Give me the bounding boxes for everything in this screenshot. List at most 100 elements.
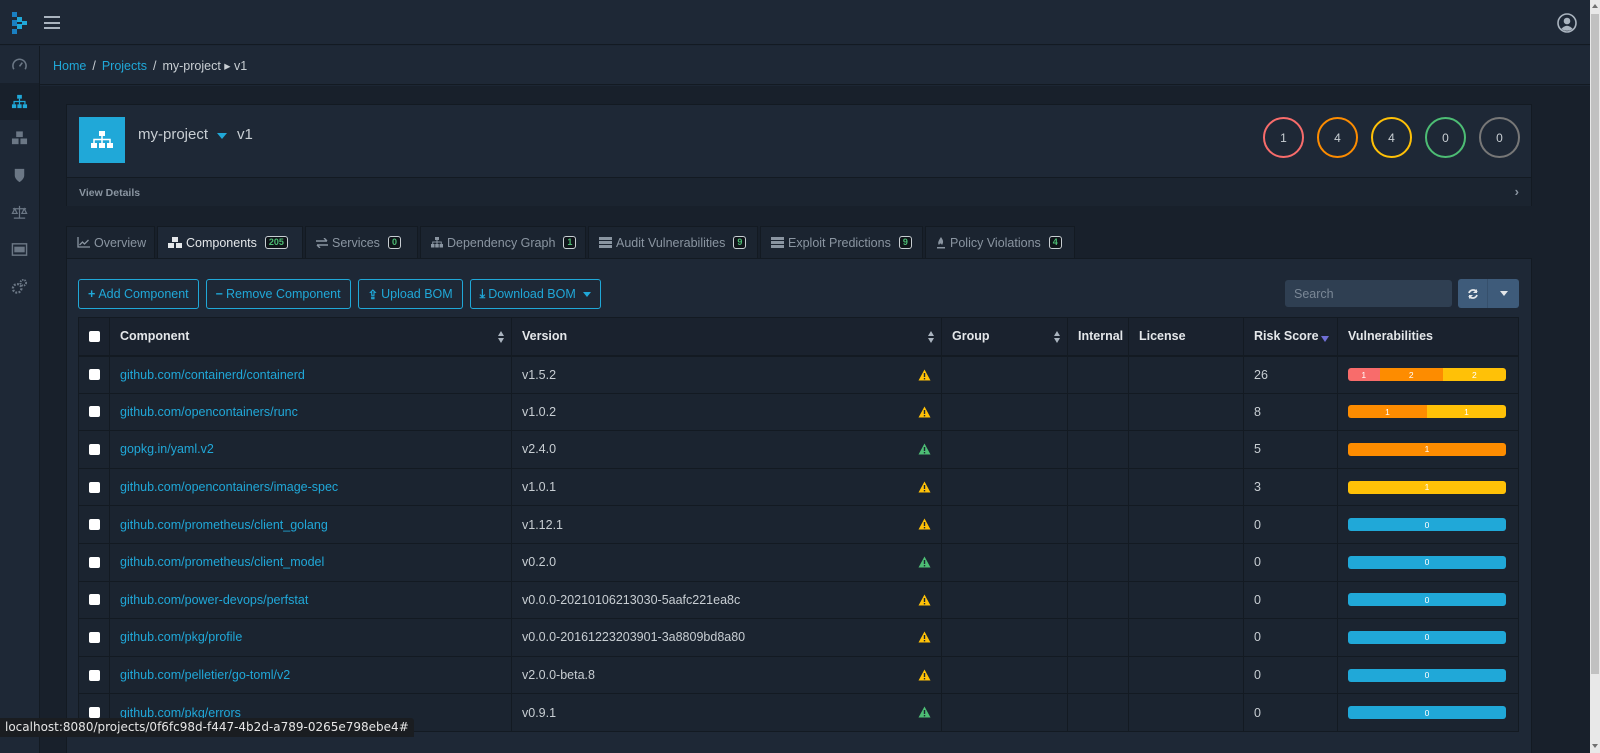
sidebar-item-projects[interactable]	[0, 83, 39, 120]
column-header-risk-score[interactable]: Risk Score	[1243, 317, 1338, 357]
sidebar-item-tags[interactable]	[0, 231, 39, 268]
balance-scale-icon	[11, 205, 28, 219]
tab-components[interactable]: Components 205	[157, 226, 303, 258]
sidebar-item-licenses[interactable]	[0, 194, 39, 231]
component-link[interactable]: github.com/power-devops/perfstat	[120, 593, 308, 607]
high-count-circle: 4	[1317, 117, 1358, 158]
tab-overview[interactable]: Overview	[66, 226, 155, 258]
search-input[interactable]	[1285, 280, 1452, 307]
sidebar-item-vulnerabilities[interactable]	[0, 157, 39, 194]
component-link[interactable]: github.com/pelletier/go-toml/v2	[120, 668, 290, 682]
tab-dependency-graph[interactable]: Dependency Graph 1	[420, 226, 586, 258]
warning-icon[interactable]	[918, 481, 931, 493]
component-link[interactable]: github.com/opencontainers/image-spec	[120, 480, 338, 494]
component-group	[941, 505, 1068, 544]
chevron-right-icon: ›	[1514, 184, 1519, 199]
sidebar-item-components[interactable]	[0, 120, 39, 157]
breadcrumb-projects[interactable]: Projects	[102, 59, 147, 73]
sort-desc-icon	[1321, 336, 1329, 342]
component-license	[1128, 655, 1244, 695]
minus-icon: −	[215, 287, 223, 301]
column-label: License	[1139, 329, 1186, 344]
hamburger-icon[interactable]	[44, 16, 60, 29]
scroll-up-arrow[interactable]	[1592, 4, 1598, 8]
component-link[interactable]: github.com/prometheus/client_golang	[120, 518, 328, 532]
vuln-segment-high: 1	[1348, 442, 1506, 456]
row-checkbox[interactable]	[88, 556, 100, 568]
sidebar-item-administration[interactable]	[0, 268, 39, 305]
tab-label: Audit Vulnerabilities	[616, 235, 726, 250]
column-label: Component	[120, 329, 190, 344]
scroll-thumb[interactable]	[1591, 14, 1599, 674]
warning-icon[interactable]	[918, 369, 931, 381]
tab-label: Policy Violations	[950, 235, 1041, 250]
outdated-check-icon[interactable]	[918, 443, 931, 455]
row-checkbox[interactable]	[88, 443, 100, 455]
risk-score: 0	[1243, 655, 1338, 695]
row-checkbox[interactable]	[88, 631, 100, 643]
table-row: gopkg.in/yaml.v2 v2.4.0 5 1	[78, 430, 1519, 469]
vulnerability-bar: 0	[1348, 555, 1506, 569]
row-checkbox[interactable]	[88, 707, 100, 719]
row-checkbox[interactable]	[88, 481, 100, 493]
scroll-down-arrow[interactable]	[1592, 744, 1598, 748]
component-link[interactable]: github.com/pkg/profile	[120, 630, 242, 644]
column-header-version[interactable]: Version	[511, 317, 942, 357]
table-row: github.com/opencontainers/image-spec v1.…	[78, 467, 1519, 507]
component-link[interactable]: github.com/prometheus/client_model	[120, 555, 324, 569]
row-checkbox[interactable]	[88, 594, 100, 606]
component-group	[941, 655, 1068, 695]
vulnerability-bar: 11	[1348, 405, 1506, 419]
critical-count-circle: 1	[1263, 117, 1304, 158]
download-bom-button[interactable]: ⤓ Download BOM	[469, 279, 601, 309]
component-link[interactable]: github.com/containerd/containerd	[120, 368, 305, 382]
tab-audit-vulnerabilities[interactable]: Audit Vulnerabilities 9	[588, 226, 758, 258]
sidebar-item-dashboard[interactable]	[0, 46, 39, 83]
add-component-button[interactable]: + Add Component	[78, 279, 199, 309]
page-scrollbar[interactable]	[1590, 0, 1600, 753]
vulnerability-bar: 1	[1348, 442, 1506, 456]
vulnerability-bar: 0	[1348, 630, 1506, 644]
refresh-button[interactable]	[1458, 279, 1488, 308]
tab-label: Dependency Graph	[447, 235, 556, 250]
component-version: v0.0.0-20210106213030-5aafc221ea8c	[522, 592, 741, 607]
columns-dropdown-toggle[interactable]	[1488, 279, 1519, 308]
column-header-component[interactable]: Component	[109, 317, 512, 357]
components-panel: + Add Component − Remove Component ⇪ Upload…	[66, 258, 1532, 753]
breadcrumb-separator: /	[92, 59, 96, 73]
component-license	[1128, 580, 1244, 620]
vuln-segment-medium: 2	[1442, 368, 1506, 382]
table-row: github.com/pelletier/go-toml/v2 v2.0.0-b…	[78, 655, 1519, 695]
tab-services[interactable]: Services 0	[305, 226, 418, 258]
component-link[interactable]: github.com/opencontainers/runc	[120, 405, 298, 419]
dependency-track-logo[interactable]	[10, 12, 30, 34]
warning-icon[interactable]	[918, 631, 931, 643]
version-dropdown-caret[interactable]	[217, 133, 227, 139]
main-content: my-project v1 1 4 4 0 0 View Details › O…	[40, 86, 1590, 753]
tab-label: Services	[332, 235, 380, 250]
tab-policy-violations[interactable]: Policy Violations 4	[925, 226, 1075, 258]
warning-icon[interactable]	[918, 406, 931, 418]
warning-icon[interactable]	[918, 594, 931, 606]
tab-count-badge: 0	[387, 236, 401, 249]
upload-bom-button[interactable]: ⇪ Upload BOM	[357, 279, 463, 309]
warning-icon[interactable]	[918, 518, 931, 530]
warning-icon[interactable]	[918, 669, 931, 681]
tab-count-badge: 9	[733, 236, 747, 249]
select-all-checkbox[interactable]	[88, 330, 100, 342]
tab-exploit-predictions[interactable]: Exploit Predictions 9	[760, 226, 923, 258]
component-link[interactable]: gopkg.in/yaml.v2	[120, 442, 214, 456]
breadcrumb-home[interactable]: Home	[53, 59, 86, 73]
row-checkbox[interactable]	[88, 669, 100, 681]
row-checkbox[interactable]	[88, 369, 100, 381]
component-license	[1128, 505, 1244, 544]
user-circle-icon[interactable]	[1557, 13, 1577, 33]
remove-component-button[interactable]: − Remove Component	[205, 279, 351, 309]
outdated-check-icon[interactable]	[918, 556, 931, 568]
column-header-group[interactable]: Group	[941, 317, 1068, 357]
row-checkbox[interactable]	[88, 406, 100, 418]
view-details-link[interactable]: View Details ›	[67, 177, 1531, 206]
outdated-check-icon[interactable]	[918, 706, 931, 718]
refresh-icon	[1467, 288, 1478, 299]
row-checkbox[interactable]	[88, 519, 100, 531]
